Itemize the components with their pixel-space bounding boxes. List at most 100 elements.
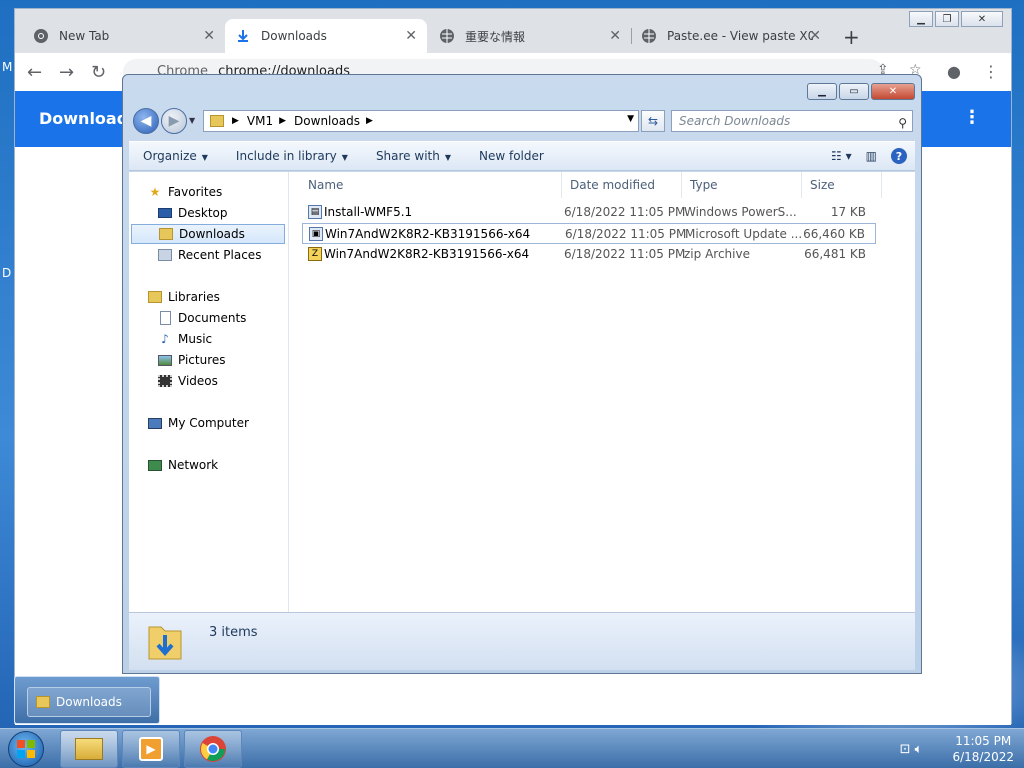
new-folder-button[interactable]: New folder [479,149,544,163]
address-breadcrumb[interactable]: ▶ VM1 ▶ Downloads ▶ ▼ [203,110,639,132]
sidebar-item-recent-places[interactable]: Recent Places [157,245,261,265]
computer-icon [147,415,163,431]
file-name: Win7AndW2K8R2-KB3191566-x64 [324,247,530,261]
file-date: 6/18/2022 11:05 PM [564,247,686,261]
command-bar: Organize ▼ Include in library ▼ Share with… [129,141,915,171]
explorer-window: ▁ ▭ ✕ ◀ ▶ ▼ ▶ VM1 ▶ Downloads ▶ ▼ ⇆ Sear… [122,74,922,674]
chevron-down-icon[interactable]: ▼ [627,114,634,124]
sidebar-item-downloads[interactable]: Downloads [131,224,285,244]
preview-pane-icon[interactable]: ▥ [866,149,877,163]
help-icon[interactable]: ? [891,148,907,164]
sidebar-item-network[interactable]: Network [147,455,218,475]
menu-icon[interactable]: ⋮ [983,62,999,81]
folder-icon [36,696,50,708]
forward-arrow-icon[interactable]: → [59,62,74,83]
explorer-navbar: ◀ ▶ ▼ ▶ VM1 ▶ Downloads ▶ ▼ ⇆ Search Dow… [129,108,915,136]
share-with-button[interactable]: Share with ▼ [376,149,451,163]
close-window-button[interactable]: ✕ [961,11,1003,27]
search-input[interactable]: Search Downloads ⚲ [671,110,913,132]
folder-icon [210,115,224,127]
file-row[interactable]: Z Win7AndW2K8R2-KB3191566-x64 6/18/2022 … [302,244,876,265]
refresh-icon[interactable]: ⇆ [641,110,665,132]
reload-icon[interactable]: ↻ [91,62,106,83]
close-icon[interactable]: ✕ [809,28,821,44]
network-icon [147,457,163,473]
close-icon[interactable]: ✕ [405,28,417,44]
forward-arrow-icon[interactable]: ▶ [161,108,187,134]
taskbar-explorer-button[interactable] [60,730,118,768]
item-count: 3 items [209,625,258,640]
breadcrumb-arrow-icon[interactable]: ▶ [366,116,373,126]
tab-new-tab[interactable]: New Tab ✕ [23,19,226,53]
videos-icon [157,373,173,389]
chrome-icon [33,28,49,44]
windows-logo-icon [17,740,35,758]
file-date: 6/18/2022 11:05 PM [564,205,686,219]
include-in-library-button[interactable]: Include in library ▼ [236,149,348,163]
organize-button[interactable]: Organize ▼ [143,149,208,163]
taskbar-thumbnail[interactable]: Downloads [14,676,160,724]
profile-icon[interactable]: ● [947,62,961,81]
close-window-button[interactable]: ✕ [871,83,915,100]
search-placeholder: Search Downloads [679,114,791,128]
chevron-down-icon[interactable]: ▼ [189,116,195,125]
tab-label: Paste.ee - View paste X0S [667,29,813,43]
restore-button[interactable]: ❐ [935,11,959,27]
sidebar-item-my-computer[interactable]: My Computer [147,413,249,433]
media-player-icon: ▶ [139,737,163,761]
sidebar-item-videos[interactable]: Videos [157,371,218,391]
search-icon[interactable]: ⚲ [898,113,907,133]
sidebar-item-pictures[interactable]: Pictures [157,350,226,370]
column-name[interactable]: Name [300,172,562,198]
column-size[interactable]: Size [802,172,882,198]
navigation-pane: ★ Favorites Desktop Downloads Recent Pla… [129,172,289,612]
column-headers: Name Date modified Type Size [290,172,915,198]
clock[interactable]: 11:05 PM 6/18/2022 [952,733,1014,765]
libraries-icon [147,289,163,305]
taskbar-media-player-button[interactable]: ▶ [122,730,180,768]
folder-icon [75,738,103,760]
tab-label: New Tab [59,29,110,43]
file-type: Microsoft Update ... [685,227,803,241]
view-options-icon[interactable]: ☷ ▾ [831,149,852,163]
network-volume-icons[interactable]: ⊡ 🔈︎ [900,742,923,757]
new-tab-button[interactable]: + [843,25,860,49]
column-date-modified[interactable]: Date modified [562,172,682,198]
breadcrumb-downloads[interactable]: Downloads [294,114,360,128]
thumbnail-item[interactable]: Downloads [27,687,151,717]
file-size: 17 KB [830,205,866,219]
sidebar-item-desktop[interactable]: Desktop [157,203,228,223]
column-type[interactable]: Type [682,172,802,198]
downloads-folder-icon [147,621,183,661]
tab-paste-ee[interactable]: Paste.ee - View paste X0S ✕ [631,19,831,53]
chrome-icon [200,736,226,762]
sidebar-item-music[interactable]: ♪ Music [157,329,212,349]
close-icon[interactable]: ✕ [203,28,215,44]
tab-downloads[interactable]: Downloads ✕ [225,19,427,53]
minimize-button[interactable]: ▁ [909,11,933,27]
maximize-button[interactable]: ▭ [839,83,869,100]
clock-date: 6/18/2022 [952,750,1014,764]
start-button[interactable] [8,731,44,767]
pictures-icon [157,352,173,368]
file-type: zip Archive [684,247,750,261]
star-icon: ★ [149,185,161,199]
back-arrow-icon[interactable]: ← [27,62,42,83]
chrome-window-controls: ▁ ❐ ✕ [909,11,1003,27]
libraries-header[interactable]: Libraries [147,287,220,307]
close-icon[interactable]: ✕ [609,28,621,44]
back-arrow-icon[interactable]: ◀ [133,108,159,134]
breadcrumb-vm1[interactable]: VM1 [247,114,273,128]
taskbar-chrome-button[interactable] [184,730,242,768]
file-type: Windows PowerS... [684,205,797,219]
tab-japanese-info[interactable]: 重要な情報 ✕ [429,19,632,53]
favorites-header[interactable]: ★ Favorites [147,182,223,202]
breadcrumb-arrow-icon[interactable]: ▶ [279,116,286,126]
file-row[interactable]: ▤ Install-WMF5.1 6/18/2022 11:05 PM Wind… [302,202,876,223]
breadcrumb-arrow-icon[interactable]: ▶ [232,116,239,126]
explorer-window-controls: ▁ ▭ ✕ [807,83,915,100]
file-row[interactable]: ▣ Win7AndW2K8R2-KB3191566-x64 6/18/2022 … [302,223,876,244]
sidebar-item-documents[interactable]: Documents [157,308,246,328]
more-options-icon[interactable]: ⋮ [963,107,981,128]
minimize-button[interactable]: ▁ [807,83,837,100]
